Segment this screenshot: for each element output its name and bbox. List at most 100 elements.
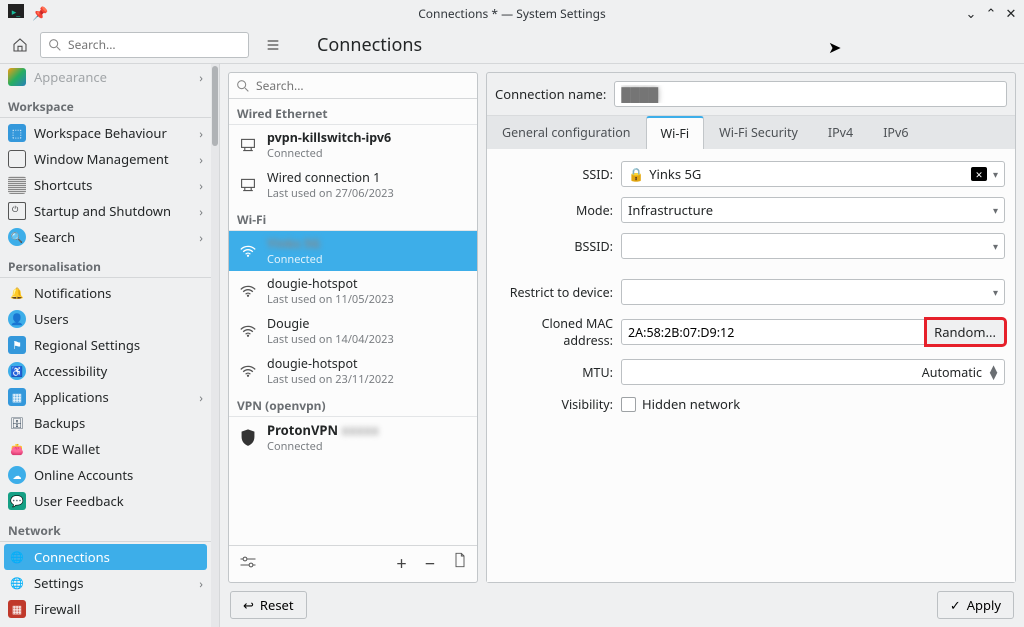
clear-ssid-icon[interactable]: ✕ — [971, 167, 987, 181]
home-button[interactable] — [8, 33, 32, 57]
home-icon — [12, 37, 28, 53]
accessibility-icon: ♿ — [8, 362, 26, 380]
sidebar-item-label: Appearance — [34, 68, 107, 86]
export-connection-button[interactable] — [453, 552, 467, 576]
tab-ipv6[interactable]: IPv6 — [868, 116, 923, 149]
sidebar-item-workspace-behaviour[interactable]: ⬚Workspace Behaviour› — [0, 120, 211, 146]
global-search[interactable] — [40, 32, 249, 58]
hidden-network-checkbox[interactable] — [621, 397, 636, 412]
menu-button[interactable] — [261, 33, 285, 57]
mtu-label: MTU: — [497, 364, 613, 381]
appearance-icon — [8, 68, 26, 86]
chevron-right-icon: › — [199, 69, 203, 86]
mtu-input[interactable]: Automatic▲▼ — [621, 359, 1005, 385]
conn-group-wifi: Wi-Fi — [229, 205, 477, 231]
chevron-right-icon: › — [199, 203, 203, 220]
workspace-behaviour-icon: ⬚ — [8, 124, 26, 142]
ssid-combo[interactable]: 🔒Yinks 5G ✕▾ — [621, 161, 1005, 187]
flag-icon: ⚑ — [8, 336, 26, 354]
remove-connection-button[interactable]: − — [425, 552, 435, 576]
sidebar-item-online-accounts[interactable]: ☁Online Accounts — [0, 462, 211, 488]
sidebar-item-notifications[interactable]: 🔔Notifications — [0, 280, 211, 306]
conn-group-wired: Wired Ethernet — [229, 99, 477, 125]
pin-icon[interactable]: 📌 — [32, 4, 48, 22]
conn-item[interactable]: pvpn-killswitch-ipv6Connected — [229, 125, 477, 165]
tab-general[interactable]: General configuration — [487, 116, 646, 149]
sidebar-item-users[interactable]: 👤Users — [0, 306, 211, 332]
conn-item[interactable]: Wired connection 1Last used on 27/06/202… — [229, 165, 477, 205]
connection-search-input[interactable] — [256, 77, 471, 94]
sidebar-item-connections[interactable]: 🌐Connections — [4, 544, 207, 570]
chevron-down-icon: ▾ — [993, 167, 998, 181]
hidden-network-label: Hidden network — [642, 395, 740, 413]
startup-icon: ⏻ — [8, 202, 26, 220]
cloud-icon: ☁ — [8, 466, 26, 484]
mode-label: Mode: — [497, 202, 613, 219]
scrollbar-thumb[interactable] — [212, 66, 218, 146]
sidebar-section-hardware: Hardware — [0, 622, 211, 627]
tab-wifi-security[interactable]: Wi-Fi Security — [704, 116, 813, 149]
shortcuts-icon — [8, 176, 26, 194]
apply-button[interactable]: ✓Apply — [937, 591, 1014, 619]
conn-item[interactable]: DougieLast used on 14/04/2023 — [229, 311, 477, 351]
app-menu-icon[interactable]: ▸_ — [8, 4, 24, 18]
sidebar-item-search[interactable]: 🔍Search› — [0, 224, 211, 250]
mac-address-input[interactable] — [621, 319, 926, 345]
tab-ipv4[interactable]: IPv4 — [813, 116, 868, 149]
add-connection-button[interactable]: + — [396, 552, 406, 576]
check-icon: ✓ — [950, 596, 961, 614]
window-management-icon — [8, 150, 26, 168]
sidebar-item-shortcuts[interactable]: Shortcuts› — [0, 172, 211, 198]
bssid-combo[interactable]: ▾ — [621, 233, 1005, 259]
wifi-icon — [237, 320, 259, 342]
bell-icon: 🔔 — [8, 284, 26, 302]
restrict-combo[interactable]: ▾ — [621, 279, 1005, 305]
config-icon[interactable] — [239, 555, 257, 573]
sidebar-item-appearance[interactable]: Appearance › — [0, 64, 211, 90]
sidebar-item-backups[interactable]: 🗄Backups — [0, 410, 211, 436]
wifi-icon — [237, 360, 259, 382]
lock-icon: 🔒 — [628, 165, 644, 183]
reset-button[interactable]: ↩Reset — [230, 591, 307, 619]
backups-icon: 🗄 — [8, 414, 26, 432]
applications-icon: ▦ — [8, 388, 26, 406]
tab-wifi[interactable]: Wi-Fi — [646, 116, 705, 149]
connection-name-input[interactable] — [614, 81, 1007, 107]
conn-item[interactable]: ProtonVPN xxxxxConnected — [229, 417, 477, 458]
search-circle-icon: 🔍 — [8, 228, 26, 246]
conn-item[interactable]: dougie-hotspotLast used on 23/11/2022 — [229, 351, 477, 391]
wifi-form: SSID: 🔒Yinks 5G ✕▾ Mode: Infrastructure▾ — [487, 149, 1015, 582]
minimize-icon[interactable]: ⌄ — [964, 4, 978, 22]
sidebar-item-firewall[interactable]: ▦Firewall — [0, 596, 211, 622]
search-icon — [47, 37, 63, 53]
sidebar-item-user-feedback[interactable]: 💬User Feedback — [0, 488, 211, 514]
chevron-right-icon: › — [199, 389, 203, 406]
sidebar-item-startup-shutdown[interactable]: ⏻Startup and Shutdown› — [0, 198, 211, 224]
sidebar-scrollbar[interactable] — [211, 64, 219, 627]
sidebar-item-window-management[interactable]: Window Management› — [0, 146, 211, 172]
wifi-icon — [237, 280, 259, 302]
sidebar-item-regional[interactable]: ⚑Regional Settings — [0, 332, 211, 358]
connection-search[interactable] — [229, 73, 477, 99]
connection-list-panel: Wired Ethernet pvpn-killswitch-ipv6Conne… — [228, 72, 478, 583]
users-icon: 👤 — [8, 310, 26, 328]
global-search-input[interactable] — [68, 36, 242, 53]
conn-item[interactable]: dougie-hotspotLast used on 11/05/2023 — [229, 271, 477, 311]
sidebar-item-accessibility[interactable]: ♿Accessibility — [0, 358, 211, 384]
chevron-right-icon: › — [199, 177, 203, 194]
main-toolbar: Connections — [0, 26, 1024, 64]
window-title: Connections * — System Settings — [418, 5, 606, 22]
sidebar-item-kde-wallet[interactable]: 👛KDE Wallet — [0, 436, 211, 462]
close-icon[interactable]: ✕ — [1004, 4, 1018, 22]
spinner-icon[interactable]: ▲▼ — [987, 365, 1000, 379]
hamburger-icon — [265, 37, 281, 53]
sidebar-item-applications[interactable]: ▦Applications› — [0, 384, 211, 410]
maximize-icon[interactable]: ⌃ — [984, 4, 998, 22]
mode-combo[interactable]: Infrastructure▾ — [621, 197, 1005, 223]
conn-item-selected[interactable]: Yinks 5GConnected — [229, 231, 477, 271]
mac-label: Cloned MAC address: — [497, 315, 613, 349]
sidebar-item-settings[interactable]: 🌐Settings› — [0, 570, 211, 596]
random-mac-button[interactable]: Random... — [926, 319, 1005, 345]
connection-name-label: Connection name: — [495, 85, 606, 103]
ethernet-icon — [237, 174, 259, 196]
